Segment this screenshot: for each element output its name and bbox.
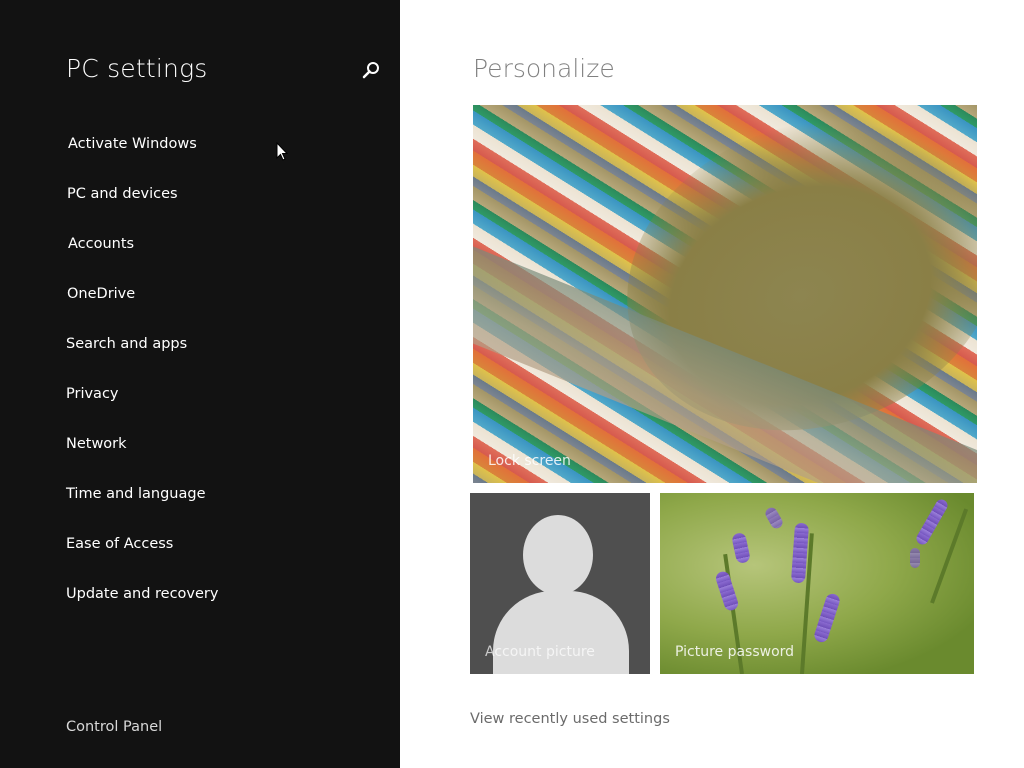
sidebar-item-search-and-apps[interactable]: Search and apps (66, 336, 187, 352)
view-recent-settings-link[interactable]: View recently used settings (470, 711, 670, 727)
lavender-flower (812, 592, 842, 644)
lavender-flower (731, 531, 751, 565)
lock-screen-label: Lock screen (488, 453, 571, 469)
sidebar-item-privacy[interactable]: Privacy (66, 386, 119, 402)
lavender-flower (914, 497, 950, 547)
sidebar-item-activate-windows[interactable]: Activate Windows (68, 136, 197, 152)
lock-screen-tile[interactable]: Lock screen (473, 105, 977, 483)
page-title: Personalize (473, 54, 615, 83)
mouse-cursor-icon (276, 142, 288, 161)
avatar-body (493, 591, 629, 674)
sidebar: PC settings Activate Windows PC and devi… (0, 0, 400, 768)
control-panel-link[interactable]: Control Panel (66, 719, 162, 735)
search-button[interactable] (360, 60, 382, 82)
sidebar-item-onedrive[interactable]: OneDrive (67, 286, 135, 302)
avatar-head (523, 515, 593, 595)
sidebar-item-network[interactable]: Network (66, 436, 127, 452)
sidebar-item-time-and-language[interactable]: Time and language (66, 486, 206, 502)
sidebar-item-pc-and-devices[interactable]: PC and devices (67, 186, 178, 202)
picture-password-label: Picture password (675, 644, 795, 660)
sidebar-item-accounts[interactable]: Accounts (68, 236, 134, 252)
sidebar-item-update-and-recovery[interactable]: Update and recovery (66, 586, 218, 602)
picture-password-tile[interactable]: Picture password (660, 493, 974, 674)
lavender-flower (714, 569, 740, 613)
account-picture-tile[interactable]: Account picture (470, 493, 650, 674)
lavender-flower (763, 505, 785, 531)
app-title: PC settings (66, 54, 208, 83)
sidebar-item-ease-of-access[interactable]: Ease of Access (66, 536, 173, 552)
account-picture-label: Account picture (485, 644, 595, 660)
main-content: Personalize Lock screen Account picture … (400, 0, 1024, 768)
search-icon (362, 62, 379, 79)
lavender-flower (910, 548, 920, 568)
